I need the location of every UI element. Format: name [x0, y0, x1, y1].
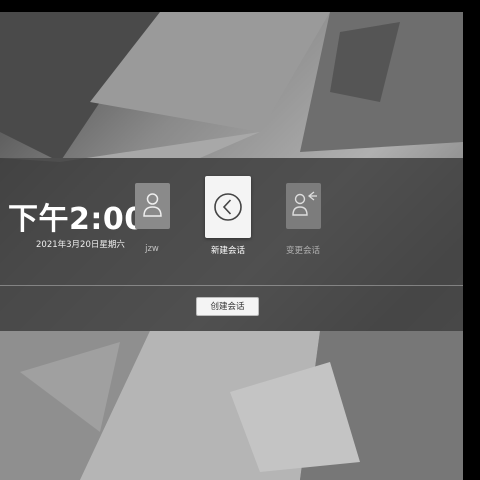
right-border: [463, 0, 480, 480]
new-session-label: 新建会话: [210, 246, 245, 256]
switch-user-icon: [286, 183, 321, 229]
back-arrow-icon: [205, 176, 251, 238]
user-icon: [135, 183, 170, 229]
lock-screen: 下午2:00 2021年3月20日星期六 jzw 新建会话 变更会话 创建会话: [0, 12, 463, 480]
clock-time: 下午2:00: [8, 202, 146, 237]
login-panel: 下午2:00 2021年3月20日星期六 jzw 新建会话 变更会话 创建会话: [0, 158, 463, 331]
top-border: [0, 0, 480, 12]
user-name-label: jzw: [145, 244, 159, 254]
create-session-button[interactable]: 创建会话: [196, 297, 259, 316]
switch-session-label: 变更会话: [285, 246, 320, 256]
divider: [0, 285, 463, 286]
